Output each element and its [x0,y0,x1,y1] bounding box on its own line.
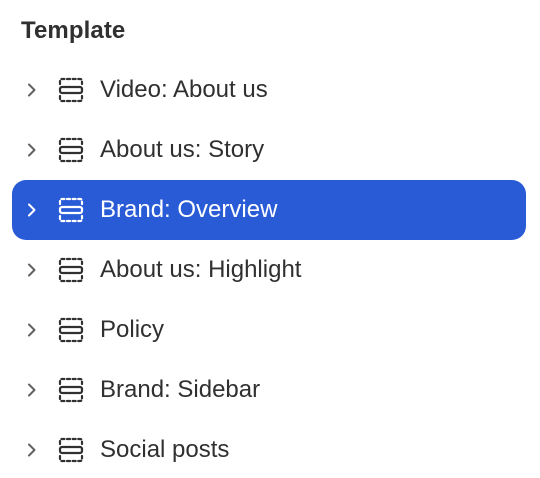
chevron-right-icon[interactable] [24,322,40,338]
section-item-label: Brand: Overview [100,196,278,223]
section-item-brand-overview[interactable]: Brand: Overview [12,180,526,240]
chevron-right-icon[interactable] [24,442,40,458]
section-icon [57,256,85,284]
panel-heading: Template [21,17,126,44]
section-icon [57,436,85,464]
template-panel: Template Video: About us About us: Story… [0,0,540,478]
section-item-social-posts[interactable]: Social posts [12,420,526,478]
section-icon [57,316,85,344]
section-item-label: Video: About us [100,76,268,103]
section-item-video-about-us[interactable]: Video: About us [12,60,526,120]
chevron-right-icon[interactable] [24,382,40,398]
section-icon [57,76,85,104]
section-item-brand-sidebar[interactable]: Brand: Sidebar [12,360,526,420]
section-item-about-us-highlight[interactable]: About us: Highlight [12,240,526,300]
section-item-label: About us: Story [100,136,265,163]
section-item-label: Brand: Sidebar [100,376,261,403]
section-item-label: About us: Highlight [100,256,302,283]
chevron-right-icon[interactable] [24,142,40,158]
chevron-right-icon[interactable] [24,262,40,278]
section-item-about-us-story[interactable]: About us: Story [12,120,526,180]
chevron-right-icon[interactable] [24,82,40,98]
section-item-label: Policy [100,316,165,343]
section-list: Video: About us About us: Story Brand: O… [12,60,526,478]
section-icon [57,136,85,164]
chevron-right-icon[interactable] [24,202,40,218]
section-item-label: Social posts [100,436,230,463]
section-icon [57,376,85,404]
section-item-policy[interactable]: Policy [12,300,526,360]
section-icon [57,196,85,224]
